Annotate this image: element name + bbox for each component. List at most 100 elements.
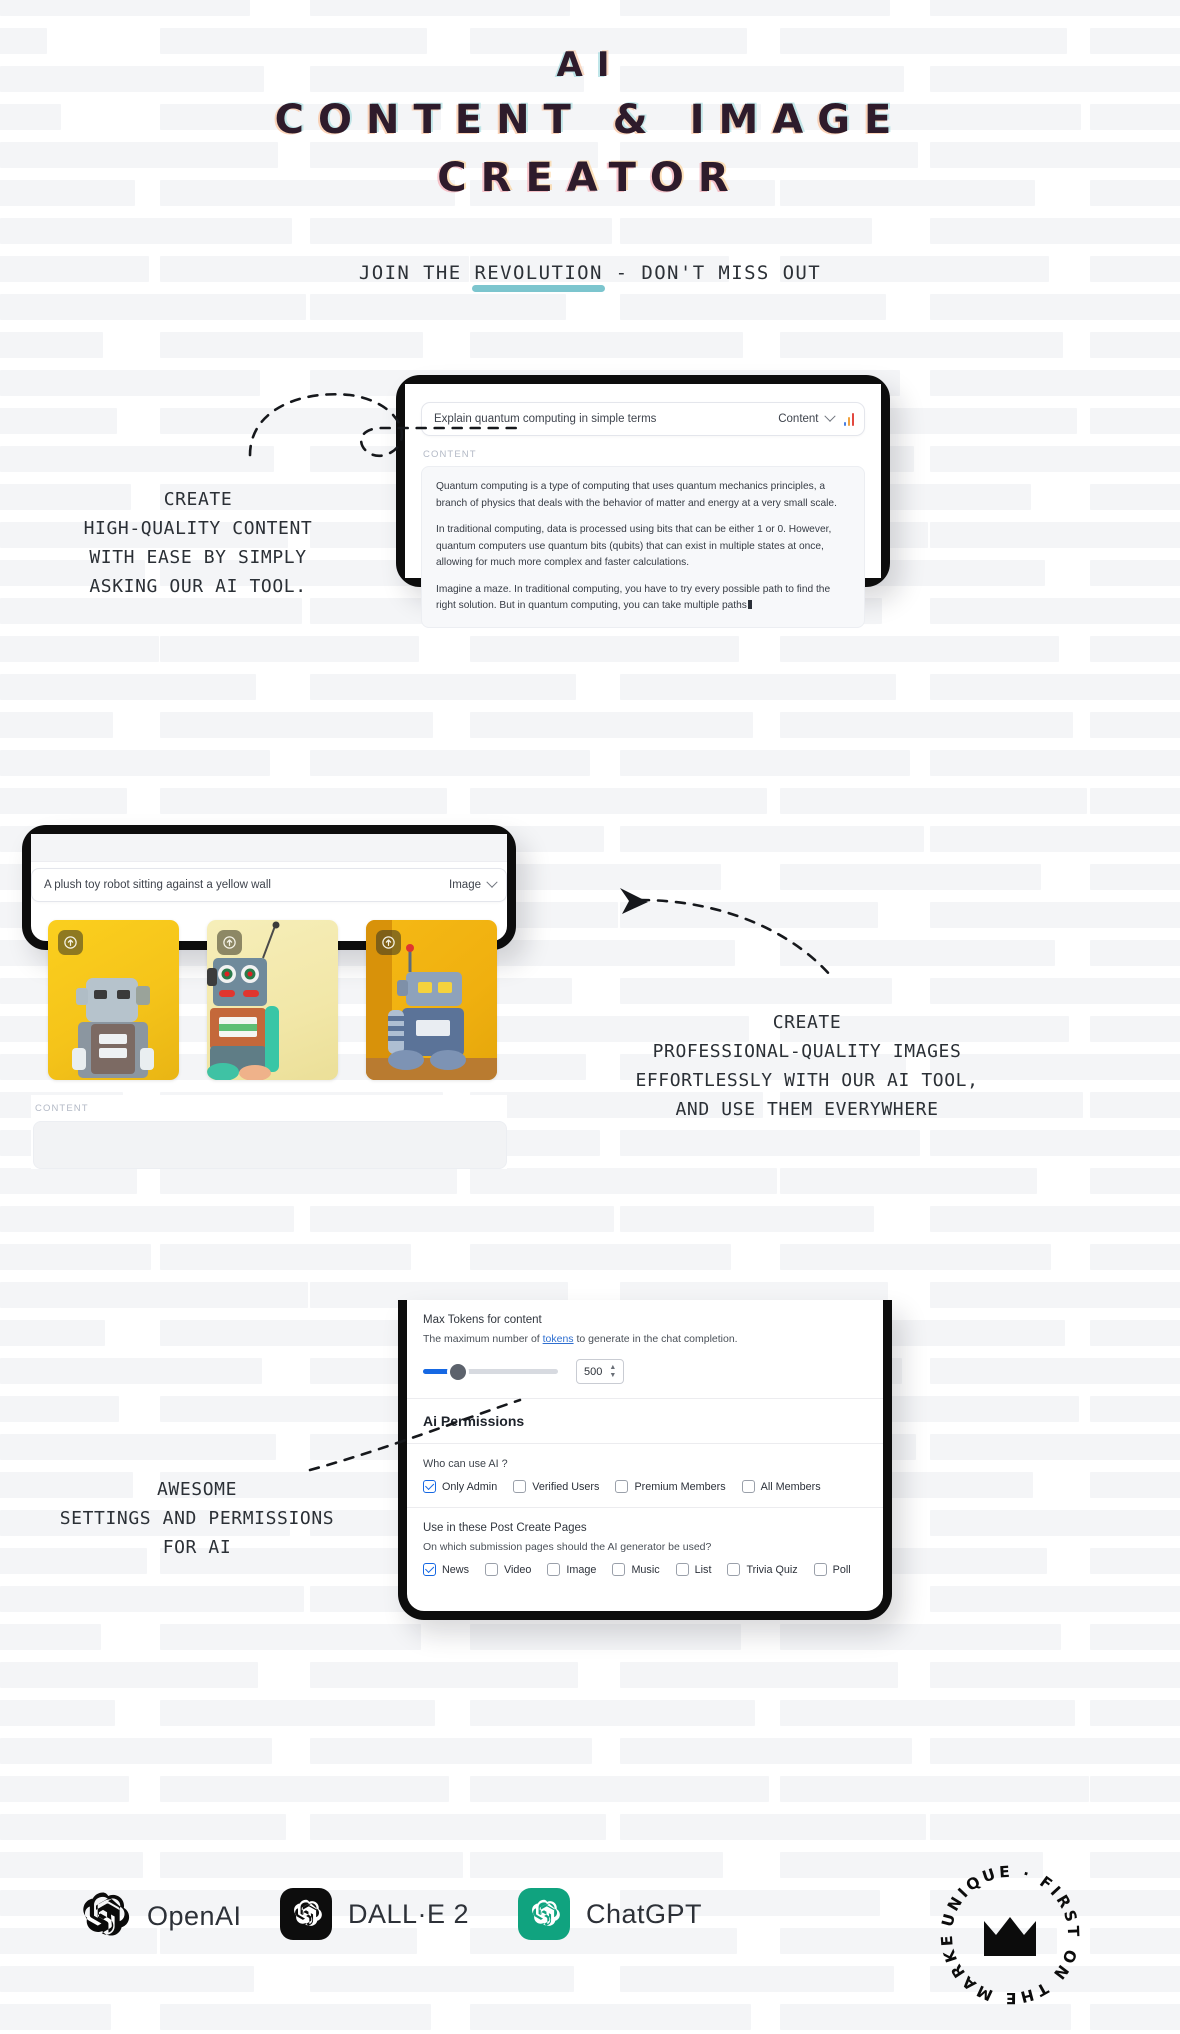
divider	[407, 1507, 883, 1508]
logo-label: DALL·E 2	[348, 1898, 470, 1929]
checkbox-label: News	[442, 1563, 469, 1576]
content-type-dropdown[interactable]: Content	[778, 410, 836, 425]
post-pages-description: On which submission pages should the AI …	[423, 1541, 712, 1553]
image-content-section: CONTENT	[31, 1095, 507, 1169]
checkbox-label: Trivia Quiz	[746, 1563, 798, 1576]
page-title: AI CONTENT & IMAGE CREATOR	[0, 48, 1180, 198]
content-paragraph: Imagine a maze. In traditional computing…	[436, 583, 831, 612]
tokens-link[interactable]: tokens	[543, 1333, 574, 1345]
max-tokens-stepper[interactable]: 500 ▲ ▼	[576, 1359, 625, 1384]
who-can-use-label: Who can use AI ?	[423, 1458, 508, 1470]
image-type-value: Image	[449, 879, 481, 891]
text-caret	[747, 600, 752, 610]
content-section-label: CONTENT	[423, 449, 477, 460]
permissions-heading: Ai Permissions	[423, 1413, 525, 1429]
tablet-frame-settings: Max Tokens for content The maximum numbe…	[398, 1300, 892, 1620]
checkbox-option[interactable]: Only Admin	[423, 1480, 497, 1493]
checkbox-option[interactable]: Video	[485, 1563, 531, 1576]
logo-tile-black	[280, 1888, 332, 1940]
max-tokens-label: Max Tokens for content	[423, 1314, 542, 1326]
image-prompt-wrap: A plush toy robot sitting against a yell…	[31, 868, 507, 902]
checkbox-icon[interactable]	[513, 1480, 527, 1493]
title-line-1: AI	[556, 45, 624, 85]
logo-label: ChatGPT	[586, 1898, 703, 1929]
max-tokens-value[interactable]: 500	[584, 1366, 602, 1378]
checkbox-label: Image	[566, 1563, 597, 1576]
audio-bars-icon[interactable]	[843, 412, 854, 426]
checkbox-label: Music	[631, 1563, 660, 1576]
checkbox-label: All Members	[760, 1480, 821, 1493]
caption-content: CREATE HIGH-QUALITY CONTENT WITH EASE BY…	[83, 489, 313, 598]
image-screen-topbar	[31, 834, 507, 862]
checkbox-label: Poll	[832, 1563, 851, 1576]
image-thumbnail[interactable]	[48, 920, 179, 1080]
checkbox-icon[interactable]	[813, 1563, 827, 1576]
openai-knot-icon	[294, 1899, 322, 1926]
checkbox-icon[interactable]	[727, 1563, 741, 1576]
post-pages-options: News Video Image Music List Trivia Quiz Poll	[423, 1563, 867, 1576]
content-prompt-input[interactable]: Explain quantum computing in simple term…	[434, 413, 768, 425]
image-thumbnail[interactable]	[207, 920, 338, 1080]
logo-tile-green	[518, 1888, 570, 1940]
image-prompt-input[interactable]: A plush toy robot sitting against a yell…	[44, 879, 439, 891]
checkbox-option[interactable]: Trivia Quiz	[727, 1563, 798, 1576]
slider-handle[interactable]	[450, 1363, 466, 1380]
stepper-arrows-icon[interactable]: ▲ ▼	[609, 1364, 616, 1379]
caption-image: CREATE PROFESSIONAL-QUALITY IMAGES EFFOR…	[635, 1012, 979, 1121]
checkbox-option[interactable]: All Members	[741, 1480, 821, 1493]
arrow-image	[638, 898, 832, 977]
checkbox-icon[interactable]	[485, 1563, 498, 1576]
chevron-down-icon	[823, 410, 836, 422]
checkbox-icon[interactable]	[615, 1480, 629, 1493]
upload-arrow-icon[interactable]	[58, 930, 83, 955]
post-pages-label: Use in these Post Create Pages	[423, 1522, 587, 1534]
checkbox-option[interactable]: Verified Users	[513, 1480, 599, 1493]
image-content-empty-box[interactable]	[33, 1121, 507, 1169]
checkbox-option[interactable]: List	[675, 1563, 712, 1576]
who-can-use-options: Only Admin Verified Users Premium Members A…	[423, 1480, 867, 1493]
checkbox-icon[interactable]	[547, 1563, 561, 1576]
checkbox-label: Verified Users	[532, 1480, 600, 1493]
image-type-dropdown[interactable]: Image	[449, 876, 498, 891]
upload-arrow-icon[interactable]	[217, 930, 242, 955]
content-paragraph: In traditional computing, data is proces…	[436, 524, 832, 569]
max-tokens-slider[interactable]	[423, 1363, 558, 1380]
checkbox-option[interactable]: Music	[612, 1563, 660, 1576]
checkbox-icon[interactable]	[675, 1563, 689, 1576]
arrow-head-image	[620, 888, 648, 914]
checkbox-option[interactable]: Image	[547, 1563, 596, 1576]
image-section-label: CONTENT	[35, 1103, 89, 1114]
checkbox-checked-icon[interactable]	[423, 1563, 436, 1576]
checkbox-option[interactable]: Poll	[813, 1563, 851, 1576]
image-prompt-bar[interactable]: A plush toy robot sitting against a yell…	[31, 868, 507, 902]
crown-icon	[984, 1917, 1036, 1956]
image-thumbnail[interactable]	[366, 920, 497, 1080]
content-prompt-bar[interactable]: Explain quantum computing in simple term…	[421, 402, 865, 436]
logo-label: OpenAI	[147, 1900, 242, 1931]
checkbox-label: Video	[504, 1563, 532, 1576]
openai-knot-icon	[83, 1892, 130, 1936]
content-type-value: Content	[778, 413, 819, 425]
screen-content: Explain quantum computing in simple term…	[405, 384, 881, 628]
checkbox-icon[interactable]	[741, 1480, 755, 1493]
unique-first-badge: UNIQUE · FIRST ON THE MARKET ·	[930, 1855, 1079, 2007]
checkbox-option[interactable]: Premium Members	[615, 1480, 726, 1493]
subtitle-highlight: REVOLUTION	[472, 262, 606, 292]
content-output-box: Quantum computing is a type of computing…	[421, 466, 865, 628]
upload-arrow-icon[interactable]	[376, 930, 401, 955]
checkbox-label: List	[694, 1563, 712, 1576]
caption-settings: AWESOME SETTINGS AND PERMISSIONS FOR AI	[59, 1479, 335, 1559]
title-line-2: CONTENT & IMAGE	[274, 97, 906, 143]
checkbox-option[interactable]: News	[423, 1563, 469, 1576]
max-tokens-description: The maximum number of tokens to generate…	[423, 1333, 738, 1345]
title-line-3: CREATOR	[437, 155, 743, 201]
checkbox-checked-icon[interactable]	[423, 1480, 436, 1493]
logo-openai: OpenAI	[75, 1888, 242, 1944]
logo-dalle: DALL·E 2	[280, 1888, 469, 1940]
checkbox-icon[interactable]	[612, 1563, 626, 1576]
divider	[407, 1398, 883, 1399]
chevron-down-icon	[486, 876, 498, 888]
logo-chatgpt: ChatGPT	[518, 1888, 702, 1940]
image-results-row	[48, 920, 498, 1080]
content-paragraph: Quantum computing is a type of computing…	[436, 481, 837, 509]
